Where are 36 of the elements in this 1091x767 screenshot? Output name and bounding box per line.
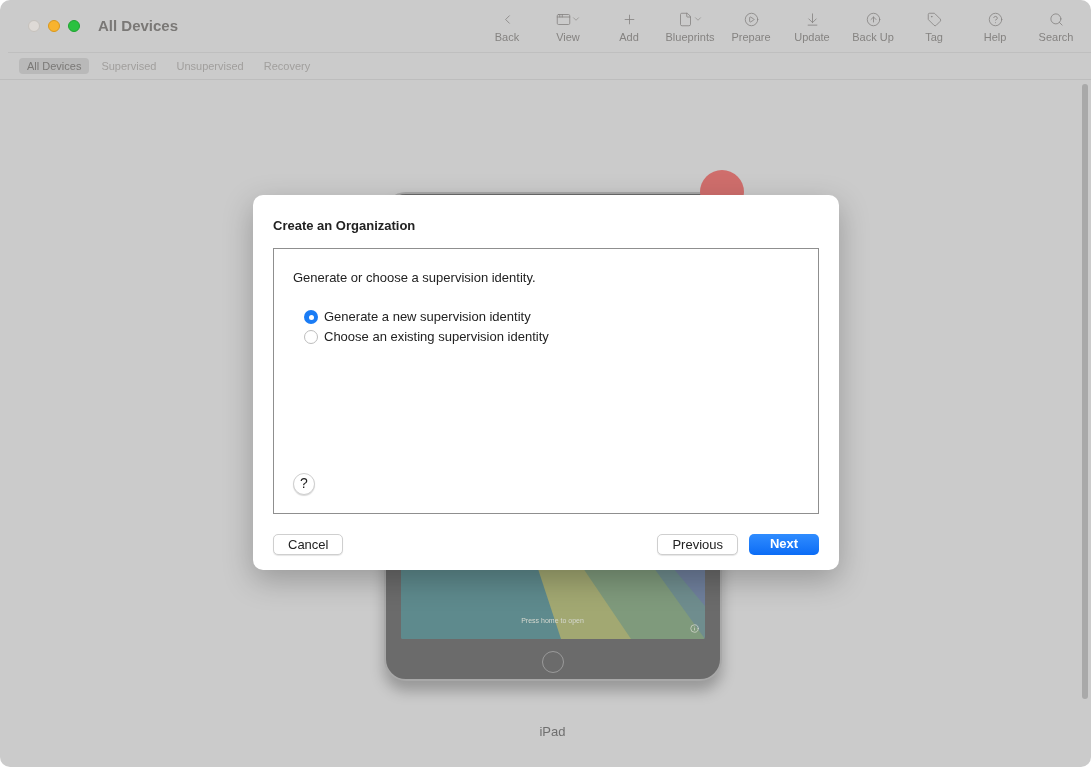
info-icon [689, 624, 699, 633]
search-icon [1048, 11, 1064, 27]
next-button[interactable]: Next [749, 533, 819, 555]
play-circle-icon [743, 11, 759, 27]
toolbar-button[interactable]: Blueprints [661, 8, 719, 44]
toolbar-button[interactable]: Search [1027, 8, 1085, 44]
prompt-text: Generate or choose a supervision identity. [293, 268, 537, 287]
help-icon [987, 11, 1003, 27]
toolbar-button[interactable]: Prepare [722, 8, 780, 44]
toolbar-button[interactable]: Back [478, 8, 536, 44]
scrollbar[interactable] [1082, 84, 1088, 699]
window-title: All Devices [98, 15, 179, 36]
upload-circle-icon [865, 11, 881, 27]
help-button[interactable]: ? [293, 472, 315, 495]
device-name: iPad [539, 723, 566, 741]
toolbar-button[interactable]: Tag [905, 8, 963, 44]
toolbar-button[interactable]: Help [966, 8, 1024, 44]
minimize-window-icon[interactable] [48, 20, 60, 32]
dialog-title: Create an Organization [273, 217, 417, 235]
dialog-button[interactable]: Previous [657, 533, 738, 555]
toolbar-button[interactable]: Update [783, 8, 841, 44]
tag-icon [926, 11, 942, 27]
dialog-button[interactable]: Cancel [273, 533, 344, 555]
window-icon [555, 11, 571, 27]
plus-icon [621, 11, 637, 27]
filter-tab[interactable]: All Devices [19, 58, 90, 74]
document-icon [677, 11, 693, 27]
radio-option[interactable]: Choose an existing supervision identity [304, 329, 799, 345]
radio-button[interactable] [304, 330, 318, 344]
radio-option[interactable]: Generate a new supervision identity [304, 309, 799, 325]
radio-button[interactable] [304, 310, 318, 324]
close-window-icon[interactable] [28, 20, 40, 32]
toolbar-button[interactable]: Back Up [844, 8, 902, 44]
toolbar-button[interactable]: View [539, 8, 597, 44]
toolbar-button[interactable]: Add [600, 8, 658, 44]
zoom-window-icon[interactable] [68, 20, 80, 32]
